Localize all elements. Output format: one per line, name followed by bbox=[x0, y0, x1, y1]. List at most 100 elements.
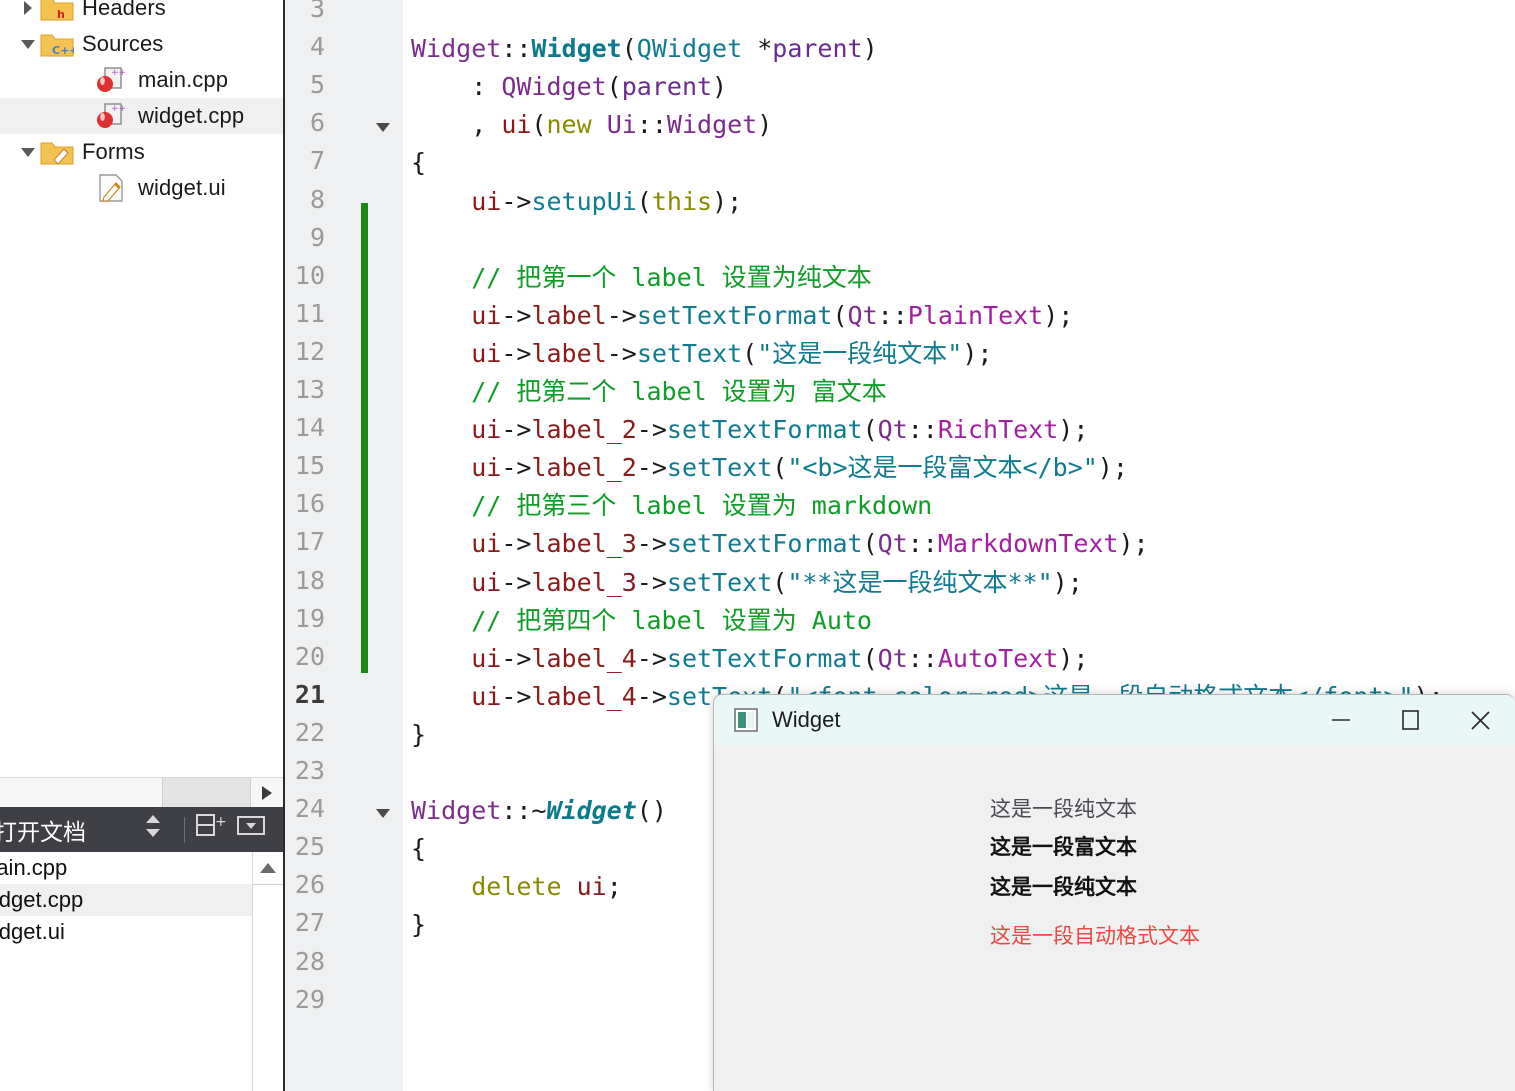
dropdown-menu-icon[interactable] bbox=[233, 807, 275, 852]
code-line[interactable]: // 把第三个 label 设置为 markdown bbox=[411, 489, 932, 523]
code-line[interactable]: // 把第二个 label 设置为 富文本 bbox=[411, 375, 887, 409]
code-token: -> bbox=[501, 186, 532, 216]
open-document-item[interactable]: widget.ui bbox=[0, 916, 252, 948]
chevron-right-icon[interactable] bbox=[16, 0, 38, 26]
code-token: label bbox=[531, 300, 607, 330]
close-button[interactable] bbox=[1445, 695, 1515, 745]
code-line[interactable]: ui->label_3->setTextFormat(Qt::MarkdownT… bbox=[411, 527, 1148, 561]
code-token: Widget bbox=[411, 34, 502, 64]
code-line[interactable]: } bbox=[411, 718, 426, 752]
code-token: -> bbox=[501, 529, 532, 559]
open-document-item[interactable]: widget.cpp bbox=[0, 884, 252, 916]
scrollbar-thumb[interactable] bbox=[0, 778, 163, 807]
code-token: -> bbox=[636, 567, 667, 597]
code-token: -> bbox=[501, 681, 532, 711]
code-token: MarkdownText bbox=[937, 529, 1119, 559]
code-line[interactable]: } bbox=[411, 908, 426, 942]
code-line[interactable]: Widget::~Widget() bbox=[411, 794, 667, 828]
code-line[interactable]: ui->setupUi(this); bbox=[411, 185, 742, 219]
qt-label-3: 这是一段纯文本 bbox=[990, 874, 1137, 899]
tree-item-widget-ui[interactable]: widget.ui bbox=[0, 170, 283, 206]
tree-item-widget-cpp[interactable]: ++ widget.cpp bbox=[0, 98, 283, 134]
code-token: ) bbox=[757, 110, 773, 140]
minimize-button[interactable] bbox=[1305, 695, 1375, 745]
code-line[interactable]: ui->label->setTextFormat(Qt::PlainText); bbox=[411, 299, 1073, 333]
code-line[interactable]: delete ui; bbox=[411, 870, 622, 904]
code-token: label_4 bbox=[531, 643, 637, 673]
code-token: delete bbox=[471, 872, 562, 902]
code-token: label_4 bbox=[531, 681, 637, 711]
code-token: label bbox=[531, 338, 607, 368]
fold-toggle-icon[interactable] bbox=[375, 805, 391, 826]
cpp-file-icon: ++ bbox=[94, 98, 134, 134]
svg-text:++: ++ bbox=[111, 68, 126, 78]
code-token: { bbox=[411, 148, 427, 178]
open-documents-panel[interactable]: 打开文档 + ain.cpp dget.cpp dget.ui bbox=[0, 807, 283, 1091]
chevron-down-icon[interactable] bbox=[16, 134, 38, 170]
code-token: Widget bbox=[546, 796, 637, 826]
code-token: ); bbox=[962, 338, 993, 368]
line-number: 16 bbox=[294, 489, 325, 519]
code-token: setTextFormat bbox=[636, 300, 833, 330]
code-token: } bbox=[411, 910, 427, 940]
code-line[interactable]: // 把第四个 label 设置为 Auto bbox=[411, 604, 872, 638]
line-number: 20 bbox=[294, 641, 325, 671]
code-line[interactable]: : QWidget(parent) bbox=[411, 70, 727, 104]
maximize-button[interactable] bbox=[1375, 695, 1445, 745]
code-token: ); bbox=[1043, 300, 1074, 330]
code-line[interactable]: { bbox=[411, 832, 426, 866]
folder-cpp-icon: C++ bbox=[38, 26, 78, 62]
line-number: 15 bbox=[294, 451, 325, 481]
code-line[interactable]: ui->label->setText("这是一段纯文本"); bbox=[411, 337, 992, 371]
open-document-item[interactable]: main.cpp bbox=[0, 852, 252, 884]
line-number: 5 bbox=[309, 70, 325, 100]
open-document-label: main.cpp bbox=[0, 855, 68, 880]
code-token: // 把第一个 label 设置为纯文本 bbox=[471, 262, 872, 292]
sort-updown-icon[interactable] bbox=[136, 807, 178, 852]
line-number: 10 bbox=[294, 260, 325, 290]
line-number: 6 bbox=[309, 108, 325, 138]
project-tree-panel[interactable]: h Headers C++ Sources ++ main.cpp ++ widget.cpp… bbox=[0, 0, 283, 791]
code-token: -> bbox=[636, 453, 667, 483]
scroll-up-button[interactable] bbox=[253, 852, 283, 885]
save-all-icon[interactable]: + bbox=[191, 807, 233, 852]
code-token: setText bbox=[666, 453, 773, 483]
code-token: -> bbox=[636, 529, 667, 559]
chevron-down-icon[interactable] bbox=[16, 26, 38, 62]
line-number: 28 bbox=[294, 946, 325, 976]
code-line[interactable]: Widget::Widget(QWidget *parent) bbox=[411, 32, 878, 66]
line-number: 9 bbox=[309, 222, 325, 252]
tree-item-forms[interactable]: Forms bbox=[0, 134, 283, 170]
code-token: -> bbox=[501, 415, 532, 445]
code-token: ui bbox=[471, 529, 502, 559]
window-titlebar[interactable]: Widget bbox=[714, 695, 1515, 745]
code-line[interactable]: // 把第一个 label 设置为纯文本 bbox=[411, 261, 872, 295]
code-token: Widget bbox=[666, 110, 758, 140]
scroll-right-button[interactable] bbox=[251, 778, 283, 807]
line-number-gutter: 3 4 5 6 7 8 9 10 11 12 13 14 15 16 17 18 19 20 21 22 23 24 25 2… bbox=[285, 0, 403, 1091]
tree-item-label: widget.ui bbox=[138, 175, 226, 200]
code-token: setText bbox=[666, 567, 773, 597]
code-line[interactable]: ui->label_2->setText("<b>这是一段富文本</b>"); bbox=[411, 451, 1128, 485]
code-token: label_3 bbox=[531, 567, 637, 597]
code-line[interactable]: ui->label_2->setTextFormat(Qt::RichText)… bbox=[411, 413, 1088, 447]
code-token: ui bbox=[471, 338, 502, 368]
tree-item-sources[interactable]: C++ Sources bbox=[0, 26, 283, 62]
tree-item-main-cpp[interactable]: ++ main.cpp bbox=[0, 62, 283, 98]
project-tree-horizontal-scrollbar[interactable] bbox=[0, 777, 283, 807]
open-documents-vertical-scrollbar[interactable] bbox=[252, 852, 283, 1091]
qt-application-window[interactable]: Widget 这是一段纯文本 这是一段富文本 这是一段纯文本 这是一段自动格式文本 bbox=[713, 694, 1515, 1091]
code-token: ( bbox=[772, 453, 788, 483]
code-token: -> bbox=[501, 643, 532, 673]
tree-item-headers[interactable]: h Headers bbox=[0, 0, 283, 26]
code-token: ( bbox=[862, 643, 878, 673]
code-token: , bbox=[411, 110, 502, 140]
code-line[interactable]: ui->label_3->setText("**这是一段纯文本**"); bbox=[411, 566, 1083, 600]
code-line[interactable]: { bbox=[411, 146, 426, 180]
code-line[interactable]: ui->label_4->setTextFormat(Qt::AutoText)… bbox=[411, 642, 1088, 676]
code-line[interactable]: , ui(new Ui::Widget) bbox=[411, 108, 772, 142]
scrollbar-track[interactable] bbox=[163, 778, 251, 807]
fold-toggle-icon[interactable] bbox=[375, 119, 391, 140]
open-documents-list[interactable]: main.cpp widget.cpp widget.ui bbox=[0, 852, 252, 1091]
